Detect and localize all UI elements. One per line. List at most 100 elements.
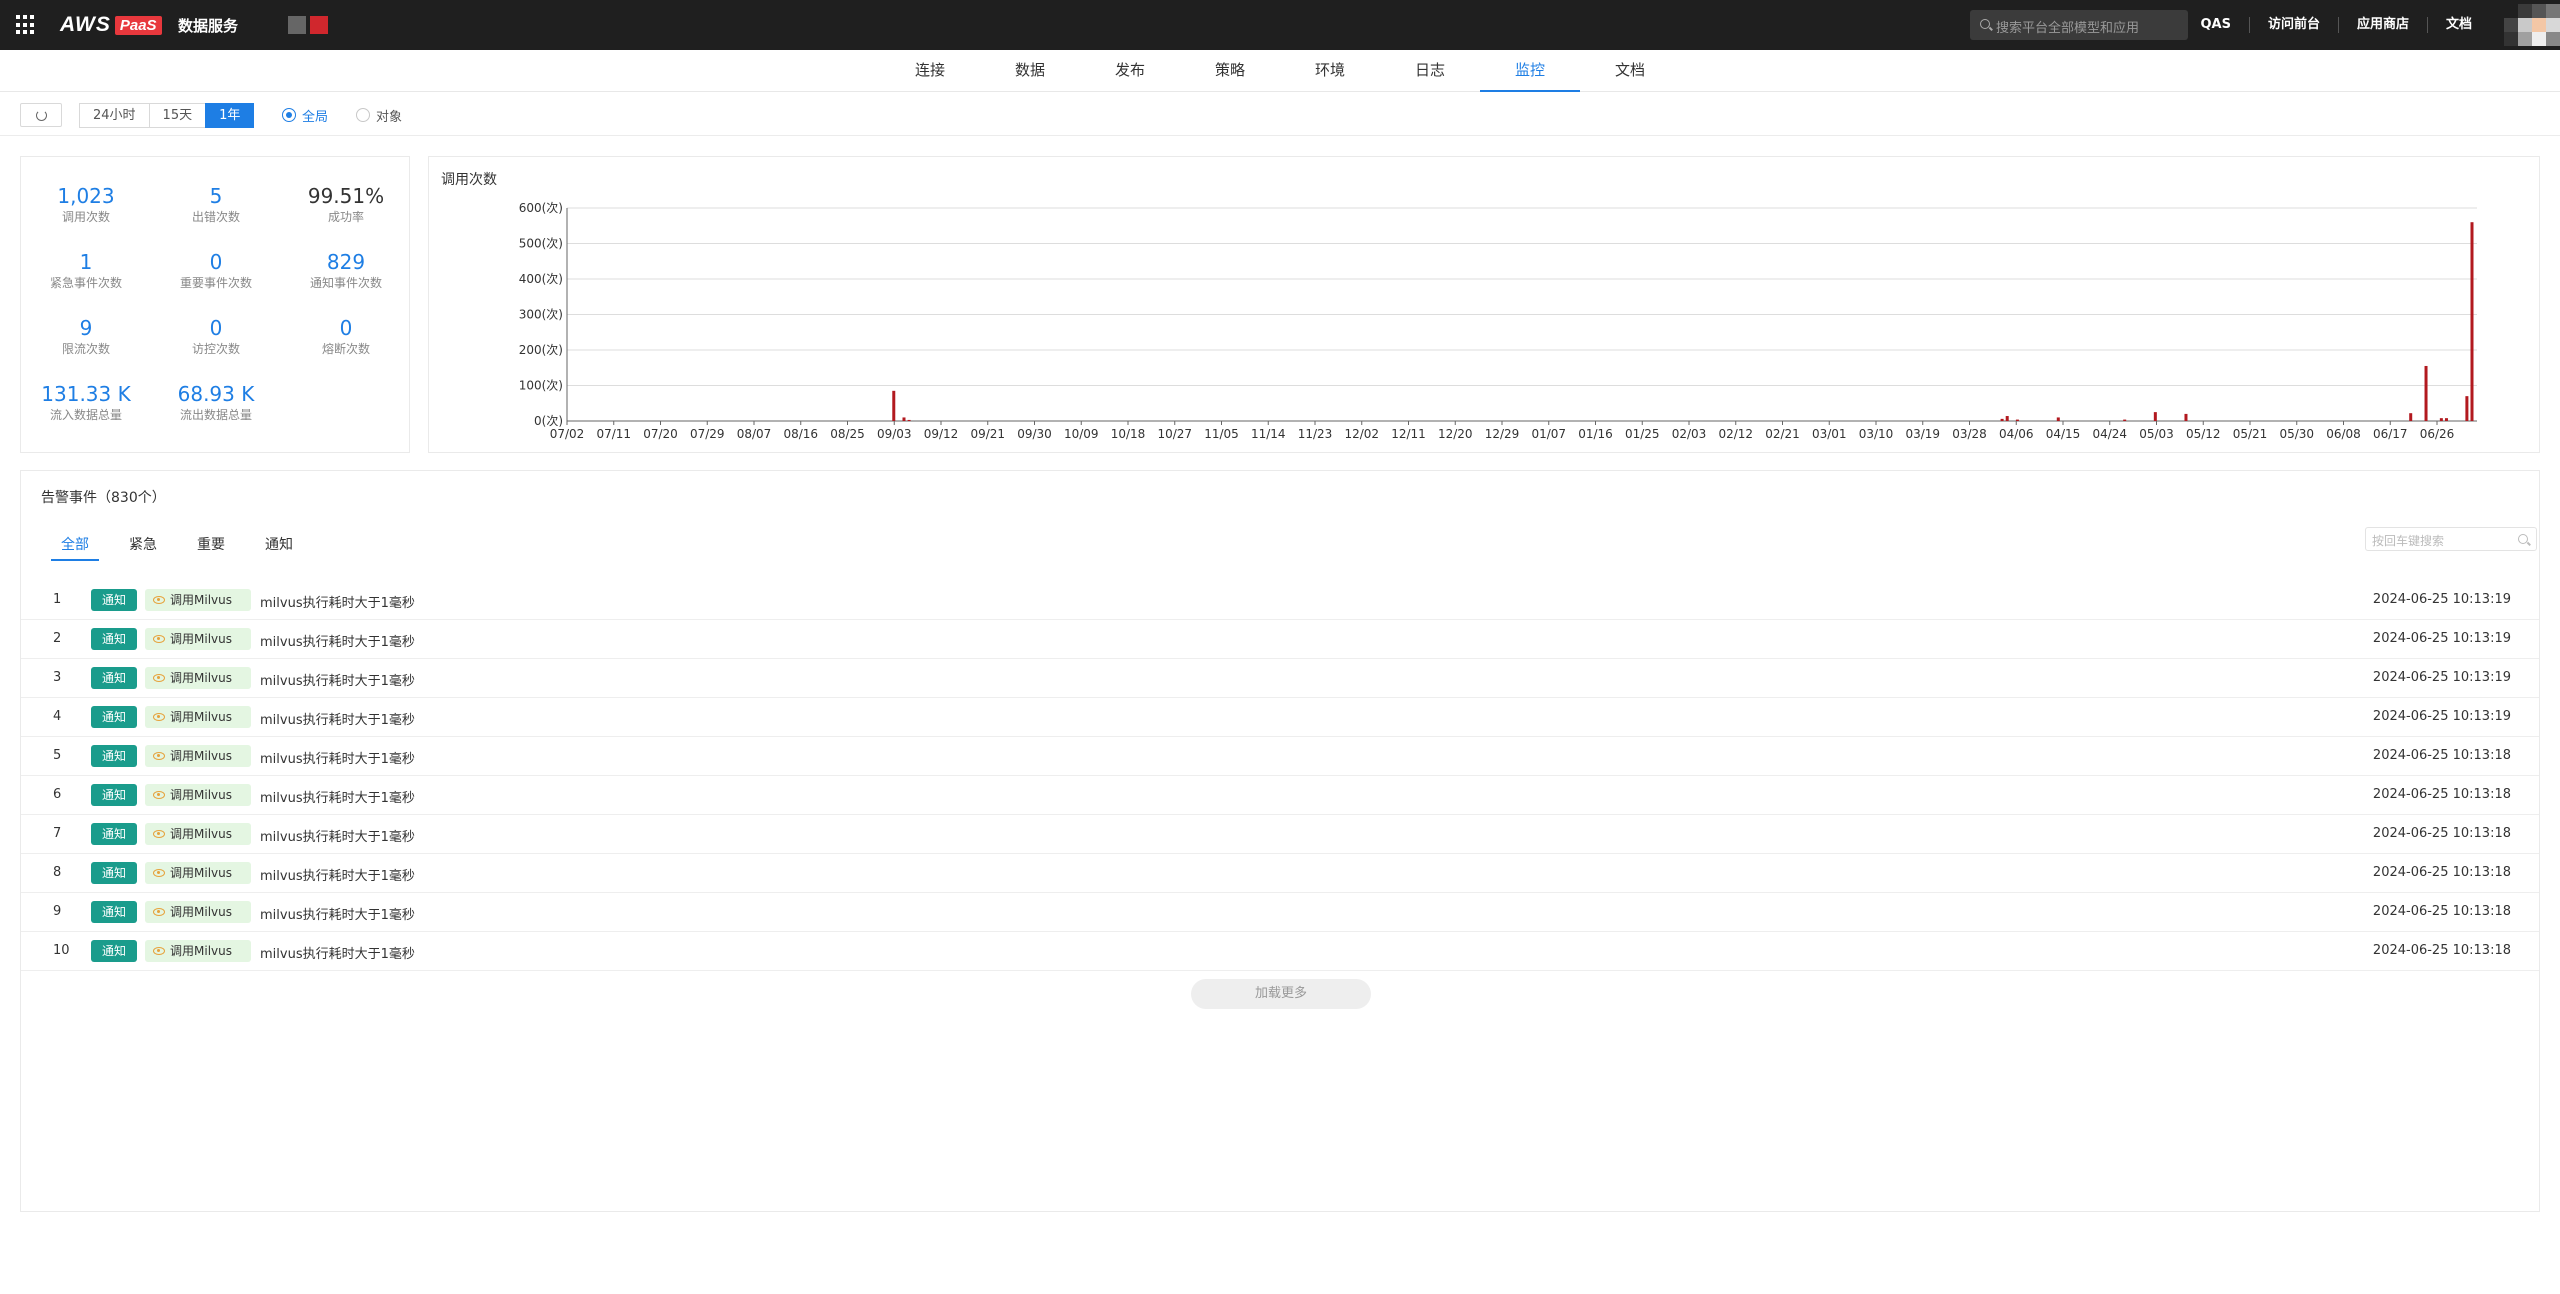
alert-row[interactable]: 3 通知 调用Milvus milvus执行耗时大于1毫秒 2024-06-25 10:… xyxy=(21,659,2539,698)
tab-connect[interactable]: 连接 xyxy=(880,50,980,92)
tab-policy[interactable]: 策略 xyxy=(1180,50,1280,92)
alert-index: 2 xyxy=(53,631,62,646)
eye-icon xyxy=(153,830,165,838)
stat-value: 5 xyxy=(209,184,223,208)
top-link-app-store[interactable]: 应用商店 xyxy=(2337,17,2427,33)
alert-source-tag[interactable]: 调用Milvus xyxy=(145,706,251,728)
alert-index: 9 xyxy=(53,904,62,919)
chart-bar xyxy=(2465,396,2469,421)
alert-time: 2024-06-25 10:13:18 xyxy=(2372,904,2511,919)
x-tick-label: 08/07 xyxy=(737,427,772,441)
alert-source-tag[interactable]: 调用Milvus xyxy=(145,862,251,884)
stat-label: 成功率 xyxy=(327,210,364,224)
scope-object-radio[interactable]: 对象 xyxy=(356,107,403,125)
alert-tab-urgent[interactable]: 紧急 xyxy=(119,531,167,561)
alert-tab-important[interactable]: 重要 xyxy=(187,531,235,561)
y-tick-label: 0(次) xyxy=(534,414,563,428)
x-tick-label: 01/25 xyxy=(1625,427,1660,441)
tab-environment[interactable]: 环境 xyxy=(1280,50,1380,92)
global-search-input[interactable]: 搜索平台全部模型和应用 xyxy=(1970,10,2188,40)
x-tick-label: 08/25 xyxy=(830,427,865,441)
x-tick-label: 07/29 xyxy=(690,427,725,441)
alert-row[interactable]: 9 通知 调用Milvus milvus执行耗时大于1毫秒 2024-06-25 10:… xyxy=(21,893,2539,932)
tab-monitor[interactable]: 监控 xyxy=(1480,50,1580,92)
alert-message: milvus执行耗时大于1毫秒 xyxy=(260,752,415,767)
alert-level-badge: 通知 xyxy=(91,667,137,689)
top-link-docs[interactable]: 文档 xyxy=(2426,17,2490,33)
top-link-qas[interactable]: QAS xyxy=(2182,17,2248,33)
alert-row[interactable]: 8 通知 调用Milvus milvus执行耗时大于1毫秒 2024-06-25 10:… xyxy=(21,854,2539,893)
refresh-button[interactable] xyxy=(20,103,62,127)
alert-source-tag[interactable]: 调用Milvus xyxy=(145,940,251,962)
alert-level-badge: 通知 xyxy=(91,628,137,650)
alert-row[interactable]: 1 通知 调用Milvus milvus执行耗时大于1毫秒 2024-06-25 10:… xyxy=(21,581,2539,620)
alert-tab-notice[interactable]: 通知 xyxy=(255,531,303,561)
alert-message: milvus执行耗时大于1毫秒 xyxy=(260,908,415,923)
x-tick-label: 10/18 xyxy=(1111,427,1146,441)
alert-index: 7 xyxy=(53,826,62,841)
alert-time: 2024-06-25 10:13:19 xyxy=(2372,709,2511,724)
alert-source-tag[interactable]: 调用Milvus xyxy=(145,667,251,689)
top-link-frontend[interactable]: 访问前台 xyxy=(2248,17,2338,33)
x-tick-label: 10/27 xyxy=(1157,427,1192,441)
x-tick-label: 09/21 xyxy=(970,427,1005,441)
y-tick-label: 400(次) xyxy=(519,272,563,286)
logo[interactable]: AWS PaaS xyxy=(60,13,162,37)
tab-docs[interactable]: 文档 xyxy=(1580,50,1680,92)
stat-value: 99.51% xyxy=(307,184,385,208)
stat-circuit-break: 0 熔断次数 xyxy=(281,315,411,357)
alert-search-input[interactable]: 按回车键搜索 xyxy=(2365,527,2537,551)
stat-rate-limit: 9 限流次数 xyxy=(21,315,151,357)
alert-level-badge: 通知 xyxy=(91,901,137,923)
chart-bar xyxy=(2005,416,2009,421)
x-tick-label: 03/10 xyxy=(1859,427,1894,441)
range-24h-button[interactable]: 24小时 xyxy=(79,103,150,128)
tab-data[interactable]: 数据 xyxy=(980,50,1080,92)
alert-source-tag[interactable]: 调用Milvus xyxy=(145,784,251,806)
stat-urgent-events: 1 紧急事件次数 xyxy=(21,249,151,291)
alert-source-tag[interactable]: 调用Milvus xyxy=(145,589,251,611)
x-tick-label: 04/06 xyxy=(1999,427,2034,441)
range-15d-button[interactable]: 15天 xyxy=(148,103,207,128)
x-tick-label: 04/15 xyxy=(2046,427,2081,441)
alert-source-tag[interactable]: 调用Milvus xyxy=(145,823,251,845)
alert-index: 6 xyxy=(53,787,62,802)
alert-source-tag[interactable]: 调用Milvus xyxy=(145,628,251,650)
scope-object-label: 对象 xyxy=(376,109,403,125)
alerts-title: 告警事件（830个） xyxy=(41,490,166,506)
alert-level-badge: 通知 xyxy=(91,706,137,728)
alert-row[interactable]: 10 通知 调用Milvus milvus执行耗时大于1毫秒 2024-06-25 10… xyxy=(21,932,2539,971)
load-more-button[interactable]: 加载更多 xyxy=(1191,979,1371,1009)
x-tick-label: 05/03 xyxy=(2139,427,2174,441)
alert-index: 8 xyxy=(53,865,62,880)
alert-source-tag[interactable]: 调用Milvus xyxy=(145,901,251,923)
alert-row[interactable]: 7 通知 调用Milvus milvus执行耗时大于1毫秒 2024-06-25 10:… xyxy=(21,815,2539,854)
scope-global-radio[interactable]: 全局 xyxy=(282,107,328,125)
x-tick-label: 08/16 xyxy=(783,427,818,441)
tab-publish[interactable]: 发布 xyxy=(1080,50,1180,92)
alert-source-label: 调用Milvus xyxy=(170,632,232,646)
avatar[interactable] xyxy=(2504,4,2560,46)
alert-row[interactable]: 2 通知 调用Milvus milvus执行耗时大于1毫秒 2024-06-25 10:… xyxy=(21,620,2539,659)
range-1y-button[interactable]: 1年 xyxy=(205,103,255,128)
stat-label: 通知事件次数 xyxy=(309,276,382,290)
alert-row[interactable]: 4 通知 调用Milvus milvus执行耗时大于1毫秒 2024-06-25 10:… xyxy=(21,698,2539,737)
x-tick-label: 11/14 xyxy=(1251,427,1286,441)
alert-message: milvus执行耗时大于1毫秒 xyxy=(260,713,415,728)
alert-source-tag[interactable]: 调用Milvus xyxy=(145,745,251,767)
app-name: 数据服务 xyxy=(178,17,239,35)
app-switch-grey-icon[interactable] xyxy=(288,16,306,34)
tab-logs[interactable]: 日志 xyxy=(1380,50,1480,92)
y-tick-label: 500(次) xyxy=(519,237,563,251)
alert-source-label: 调用Milvus xyxy=(170,788,232,802)
app-grid-icon[interactable] xyxy=(16,15,36,35)
alert-row[interactable]: 6 通知 调用Milvus milvus执行耗时大于1毫秒 2024-06-25 10:… xyxy=(21,776,2539,815)
app-switch-red-icon[interactable] xyxy=(310,16,328,34)
alert-row[interactable]: 5 通知 调用Milvus milvus执行耗时大于1毫秒 2024-06-25 10:… xyxy=(21,737,2539,776)
alert-tab-all[interactable]: 全部 xyxy=(51,531,99,561)
stat-notice-events: 829 通知事件次数 xyxy=(281,249,411,291)
x-tick-label: 03/01 xyxy=(1812,427,1847,441)
alert-time: 2024-06-25 10:13:18 xyxy=(2372,748,2511,763)
chart-bar xyxy=(2123,419,2127,421)
stat-label: 出错次数 xyxy=(191,210,240,224)
